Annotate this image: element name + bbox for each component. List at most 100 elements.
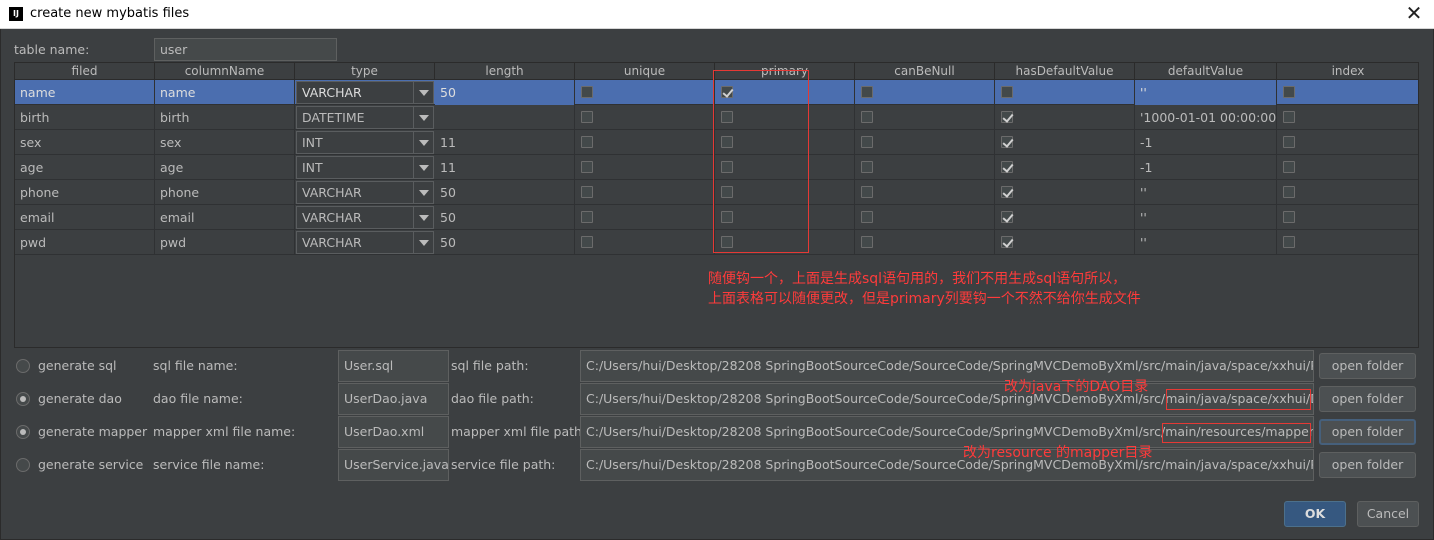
type-dropdown[interactable]: INT — [296, 156, 434, 179]
mapper-file-name-input[interactable]: UserDao.xml — [338, 416, 449, 448]
hasDefaultValue-checkbox[interactable] — [1001, 161, 1013, 173]
service-file-name-input[interactable]: UserService.java — [338, 449, 449, 481]
cell-column-name[interactable]: sex — [155, 130, 295, 155]
cell-filed[interactable]: email — [15, 205, 155, 230]
canBeNull-checkbox[interactable] — [861, 211, 873, 223]
generate-mapper-label[interactable]: generate mapper — [38, 424, 147, 439]
type-dropdown[interactable]: INT — [296, 131, 434, 154]
cell-column-name[interactable]: age — [155, 155, 295, 180]
dropdown-arrow-icon[interactable] — [413, 182, 433, 203]
cell-length[interactable] — [435, 105, 575, 130]
generate-sql-radio[interactable] — [16, 359, 30, 373]
unique-checkbox[interactable] — [581, 136, 593, 148]
index-checkbox[interactable] — [1283, 161, 1295, 173]
index-checkbox[interactable] — [1283, 136, 1295, 148]
sql-file-name-input[interactable]: User.sql — [338, 350, 449, 382]
cell-length[interactable]: 50 — [435, 80, 575, 105]
hasDefaultValue-checkbox[interactable] — [1001, 111, 1013, 123]
index-checkbox[interactable] — [1283, 211, 1295, 223]
cell-default-value[interactable]: '' — [1135, 205, 1277, 230]
dropdown-arrow-icon[interactable] — [413, 232, 433, 253]
cell-default-value[interactable]: '' — [1135, 180, 1277, 205]
type-dropdown[interactable]: VARCHAR — [296, 206, 434, 229]
canBeNull-checkbox[interactable] — [861, 111, 873, 123]
index-checkbox[interactable] — [1283, 111, 1295, 123]
cell-filed[interactable]: sex — [15, 130, 155, 155]
unique-checkbox[interactable] — [581, 211, 593, 223]
cell-default-value[interactable]: '1000-01-01 00:00:00' — [1135, 105, 1277, 130]
cell-default-value[interactable]: -1 — [1135, 130, 1277, 155]
close-icon[interactable]: ✕ — [1402, 2, 1426, 26]
cell-length[interactable]: 11 — [435, 130, 575, 155]
unique-checkbox[interactable] — [581, 86, 593, 98]
column-header-filed[interactable]: filed — [15, 63, 155, 80]
column-header-index[interactable]: index — [1277, 63, 1418, 80]
index-checkbox[interactable] — [1283, 86, 1295, 98]
dropdown-arrow-icon[interactable] — [413, 207, 433, 228]
unique-checkbox[interactable] — [581, 186, 593, 198]
ok-button[interactable]: OK — [1284, 501, 1346, 527]
cell-filed[interactable]: pwd — [15, 230, 155, 255]
type-dropdown[interactable]: DATETIME — [296, 106, 434, 129]
hasDefaultValue-checkbox[interactable] — [1001, 136, 1013, 148]
sql-file-path-input[interactable]: C:/Users/hui/Desktop/28208 SpringBootSou… — [580, 350, 1314, 382]
canBeNull-checkbox[interactable] — [861, 86, 873, 98]
cell-filed[interactable]: phone — [15, 180, 155, 205]
column-header-unique[interactable]: unique — [575, 63, 715, 80]
generate-dao-label[interactable]: generate dao — [38, 391, 122, 406]
column-header-columnName[interactable]: columnName — [155, 63, 295, 80]
generate-sql-label[interactable]: generate sql — [38, 358, 117, 373]
sql-open-folder-button[interactable]: open folder — [1319, 353, 1416, 379]
cell-length[interactable]: 50 — [435, 205, 575, 230]
column-header-canBeNull[interactable]: canBeNull — [855, 63, 995, 80]
dao-open-folder-button[interactable]: open folder — [1319, 386, 1416, 412]
service-file-path-input[interactable]: C:/Users/hui/Desktop/28208 SpringBootSou… — [580, 449, 1314, 481]
cell-default-value[interactable]: '' — [1135, 230, 1277, 255]
cell-default-value[interactable]: '' — [1135, 80, 1277, 105]
type-dropdown[interactable]: VARCHAR — [296, 181, 434, 204]
table-name-input[interactable]: user — [154, 38, 337, 61]
dropdown-arrow-icon[interactable] — [413, 157, 433, 178]
cell-length[interactable]: 50 — [435, 180, 575, 205]
canBeNull-checkbox[interactable] — [861, 186, 873, 198]
generate-service-label[interactable]: generate service — [38, 457, 143, 472]
index-checkbox[interactable] — [1283, 186, 1295, 198]
hasDefaultValue-checkbox[interactable] — [1001, 186, 1013, 198]
cell-filed[interactable]: birth — [15, 105, 155, 130]
column-header-defaultValue[interactable]: defaultValue — [1135, 63, 1277, 80]
generate-dao-radio[interactable] — [16, 392, 30, 406]
cell-default-value[interactable]: -1 — [1135, 155, 1277, 180]
cell-length[interactable]: 11 — [435, 155, 575, 180]
index-checkbox[interactable] — [1283, 236, 1295, 248]
cell-length[interactable]: 50 — [435, 230, 575, 255]
hasDefaultValue-checkbox[interactable] — [1001, 86, 1013, 98]
service-open-folder-button[interactable]: open folder — [1319, 452, 1416, 478]
type-dropdown[interactable]: VARCHAR — [296, 81, 434, 104]
canBeNull-checkbox[interactable] — [861, 161, 873, 173]
hasDefaultValue-checkbox[interactable] — [1001, 236, 1013, 248]
cell-column-name[interactable]: pwd — [155, 230, 295, 255]
cell-column-name[interactable]: phone — [155, 180, 295, 205]
generate-service-radio[interactable] — [16, 458, 30, 472]
dao-file-name-input[interactable]: UserDao.java — [338, 383, 449, 415]
cell-filed[interactable]: name — [15, 80, 155, 105]
cell-column-name[interactable]: name — [155, 80, 295, 105]
unique-checkbox[interactable] — [581, 161, 593, 173]
type-dropdown[interactable]: VARCHAR — [296, 231, 434, 254]
mapper-open-folder-button[interactable]: open folder — [1319, 419, 1416, 445]
unique-checkbox[interactable] — [581, 111, 593, 123]
column-header-type[interactable]: type — [295, 63, 435, 80]
cell-column-name[interactable]: birth — [155, 105, 295, 130]
dropdown-arrow-icon[interactable] — [413, 132, 433, 153]
cancel-button[interactable]: Cancel — [1357, 501, 1419, 527]
column-header-length[interactable]: length — [435, 63, 575, 80]
cell-filed[interactable]: age — [15, 155, 155, 180]
canBeNull-checkbox[interactable] — [861, 236, 873, 248]
hasDefaultValue-checkbox[interactable] — [1001, 211, 1013, 223]
generate-mapper-radio[interactable] — [16, 425, 30, 439]
dropdown-arrow-icon[interactable] — [413, 82, 433, 103]
cell-column-name[interactable]: email — [155, 205, 295, 230]
unique-checkbox[interactable] — [581, 236, 593, 248]
dropdown-arrow-icon[interactable] — [413, 107, 433, 128]
canBeNull-checkbox[interactable] — [861, 136, 873, 148]
